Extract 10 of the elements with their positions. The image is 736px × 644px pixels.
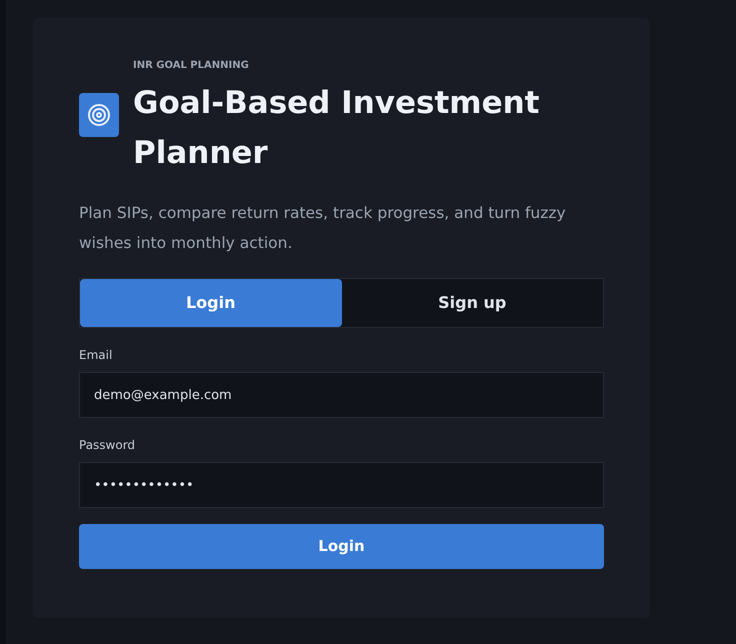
- input-field[interactable]: demo@example.com: [79, 372, 604, 418]
- input-field[interactable]: •••••••••••••: [79, 462, 604, 508]
- eyebrow-label: INR GOAL PLANNING: [133, 59, 250, 73]
- target-icon: [79, 93, 119, 137]
- description-text: Plan SIPs, compare return rates, track progress, and turn fuzzy wishes into monthly action.: [79, 203, 567, 254]
- auth-tab[interactable]: Login: [80, 279, 342, 327]
- login-button[interactable]: Login: [79, 524, 604, 569]
- field-label: Password: [79, 437, 136, 454]
- page-title: Goal-Based Investment Planner: [133, 84, 540, 173]
- field-label: Email: [79, 347, 114, 364]
